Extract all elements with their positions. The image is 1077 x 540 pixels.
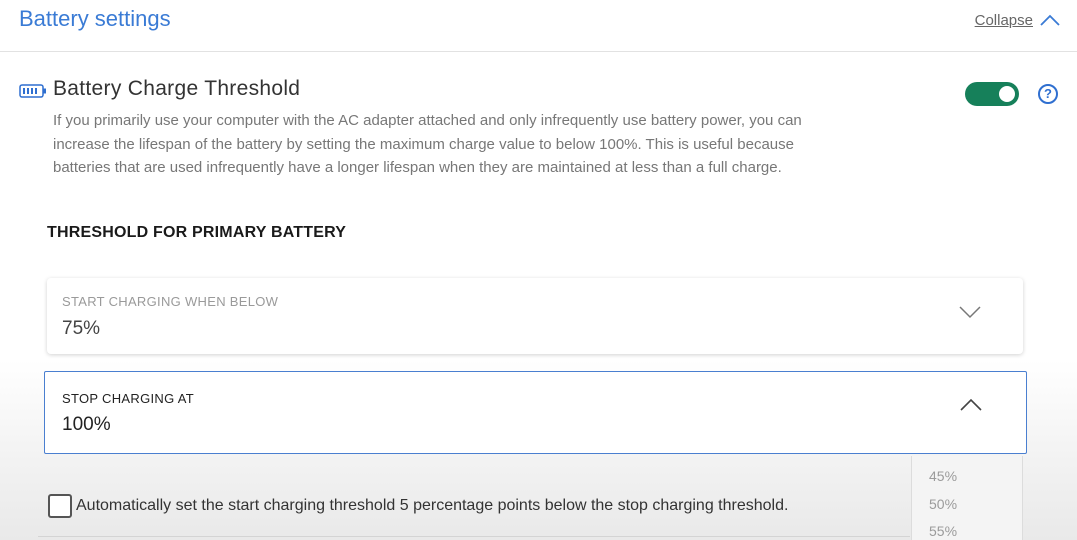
option-item[interactable]: 45% — [929, 468, 957, 484]
chevron-up-icon[interactable] — [1039, 13, 1061, 27]
section-title: Battery Charge Threshold — [53, 77, 301, 100]
start-charging-label: START CHARGING WHEN BELOW — [62, 294, 279, 309]
chevron-down-icon — [959, 306, 981, 319]
chevron-up-icon — [960, 398, 982, 411]
start-charging-dropdown[interactable]: START CHARGING WHEN BELOW 75% — [47, 278, 1023, 354]
start-charging-value: 75% — [62, 318, 101, 339]
stop-charging-dropdown[interactable]: STOP CHARGING AT 100% — [44, 371, 1027, 454]
collapse-link[interactable]: Collapse — [975, 12, 1033, 29]
threshold-heading: THRESHOLD FOR PRIMARY BATTERY — [47, 224, 347, 241]
settings-header: Battery settings Collapse — [0, 0, 1077, 52]
auto-threshold-label[interactable]: Automatically set the start charging thr… — [76, 497, 788, 515]
page-title: Battery settings — [19, 6, 171, 31]
toggle-knob — [999, 86, 1015, 102]
section-description: If you primarily use your computer with … — [53, 112, 802, 176]
help-icon[interactable]: ? — [1038, 84, 1058, 104]
battery-icon — [19, 84, 46, 98]
battery-threshold-toggle[interactable] — [965, 82, 1019, 106]
stop-charging-value: 100% — [62, 414, 111, 435]
auto-threshold-checkbox[interactable] — [48, 494, 72, 518]
stop-charging-options: 45% 50% 55% — [911, 456, 1023, 540]
stop-charging-label: STOP CHARGING AT — [62, 391, 194, 406]
divider — [38, 536, 910, 537]
option-item[interactable]: 50% — [929, 496, 957, 512]
option-item[interactable]: 55% — [929, 523, 957, 539]
